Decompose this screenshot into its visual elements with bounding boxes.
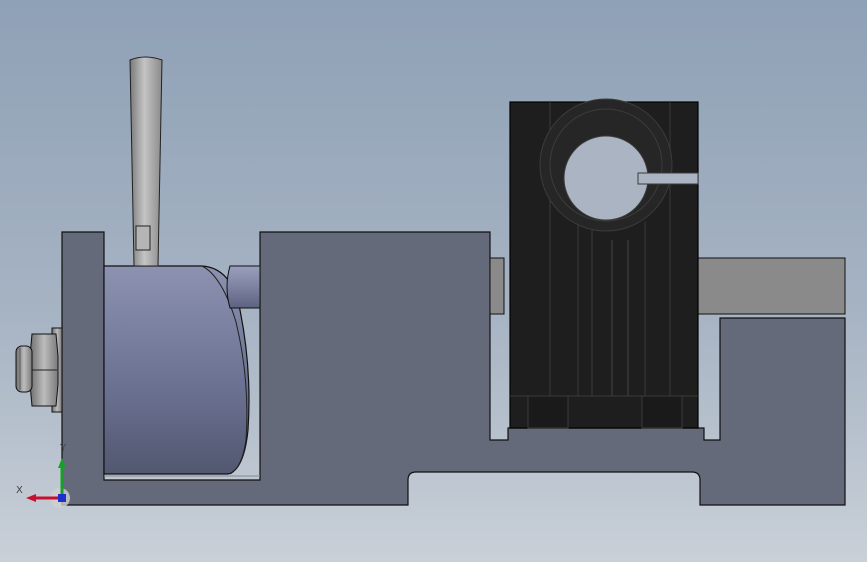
clamp-foot-left — [527, 395, 569, 429]
slide-bar — [679, 257, 846, 315]
reference-triad: X Y — [14, 440, 84, 510]
triad-x-label: X — [16, 485, 23, 496]
spacer-block — [489, 257, 505, 315]
triad-y-label: Y — [60, 443, 67, 454]
bolt-end — [15, 345, 33, 393]
connecting-pin — [226, 265, 261, 309]
handle-slot — [135, 225, 151, 251]
cad-viewport[interactable]: X Y — [0, 0, 867, 562]
model-scene[interactable] — [0, 0, 867, 562]
reference-triad-icon — [26, 458, 70, 508]
clamp-bore — [563, 135, 649, 221]
clamp-foot-right — [641, 395, 683, 429]
clamp-split-slot — [637, 172, 699, 185]
